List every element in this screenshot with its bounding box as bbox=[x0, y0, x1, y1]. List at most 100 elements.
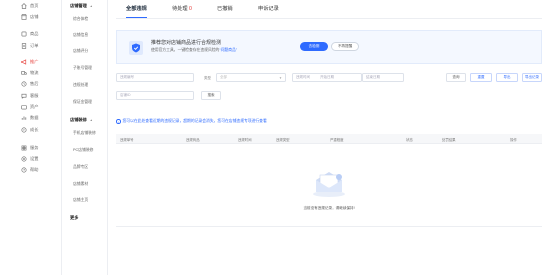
help-icon bbox=[21, 167, 27, 173]
submenu-item[interactable]: 手机店铺装修 bbox=[73, 131, 96, 136]
submenu-section-more[interactable]: 更多 bbox=[70, 215, 78, 221]
submenu-section-label: 店铺管理 bbox=[70, 3, 87, 8]
column-header: 违规类型 bbox=[276, 138, 290, 142]
goods-icon bbox=[21, 31, 27, 37]
dismiss-reminder-button[interactable]: 不再提醒 bbox=[331, 42, 359, 51]
end-date-input[interactable]: 结束日期 bbox=[362, 73, 404, 82]
rail-item-label: 成长 bbox=[30, 126, 39, 132]
empty-state-illustration bbox=[308, 168, 350, 198]
column-header: 操作 bbox=[510, 138, 517, 142]
rail-item-label: 商品 bbox=[30, 30, 39, 36]
rail-item-label: 推广 bbox=[30, 58, 39, 64]
violation-tabs: 全部违规 待处理 0 已撤销 申诉记录 bbox=[116, 5, 542, 19]
main-nav-rail: 首页 店铺 商品 订单 推广 物流 售后 客服 资产 数据 成长 服务 设置 帮… bbox=[0, 0, 62, 275]
rail-item-promote[interactable]: 推广 bbox=[0, 56, 62, 67]
rail-item-home[interactable]: 首页 bbox=[0, 0, 62, 11]
store-id-input[interactable]: 店铺ID bbox=[116, 91, 194, 100]
submenu-section-label: 更多 bbox=[70, 215, 79, 220]
submenu-section-decoration[interactable]: 店铺装修 ▲ bbox=[70, 117, 93, 123]
submenu-item[interactable]: PC店铺装修 bbox=[73, 148, 93, 153]
banner-subtitle-text: 使用官方工具，一键检查存在违规风险的 bbox=[151, 48, 220, 52]
rail-item-label: 帮助 bbox=[30, 166, 39, 172]
chevron-up-icon: ▲ bbox=[89, 4, 93, 8]
rail-item-label: 设置 bbox=[30, 155, 39, 161]
main-content: 全部违规 待处理 0 已撤销 申诉记录 推荐您对店铺商品进行合规检测 使用官方工… bbox=[108, 0, 550, 275]
violation-id-input[interactable]: 违规编号 bbox=[116, 73, 194, 82]
rail-item-label: 客服 bbox=[30, 92, 39, 98]
tab-all-violations[interactable]: 全部违规 bbox=[126, 5, 147, 18]
time-label: 违规时间 bbox=[296, 75, 310, 79]
wallet-icon bbox=[21, 104, 27, 110]
store-icon bbox=[21, 13, 27, 20]
submenu-item[interactable]: 店铺主页 bbox=[73, 198, 88, 203]
rail-item-growth[interactable]: 成长 bbox=[0, 124, 62, 135]
banner-subtitle-highlight: “问题商品” bbox=[219, 48, 238, 52]
chevron-up-icon: ▲ bbox=[89, 118, 93, 122]
rail-item-assets[interactable]: 资产 bbox=[0, 101, 62, 112]
rail-item-label: 店铺 bbox=[30, 13, 39, 19]
go-check-button[interactable]: 去检测 bbox=[300, 42, 328, 51]
rail-item-label: 物流 bbox=[30, 69, 39, 75]
grid-icon bbox=[21, 145, 27, 151]
tab-appeal-records[interactable]: 申诉记录 bbox=[258, 5, 279, 12]
search-button[interactable]: 搜索 bbox=[201, 91, 221, 100]
rail-item-label: 数据 bbox=[30, 114, 39, 120]
time-picker[interactable]: 违规时间 开始日期 bbox=[292, 73, 362, 82]
rail-item-label: 资产 bbox=[30, 103, 39, 109]
home-icon bbox=[21, 2, 27, 9]
submenu-item[interactable]: 违规处理 bbox=[73, 83, 88, 88]
query-button[interactable]: 查询 bbox=[446, 73, 466, 82]
column-header: 违规单号 bbox=[120, 138, 134, 142]
submenu-item[interactable]: 综合体检 bbox=[73, 17, 88, 22]
pending-count-badge: 0 bbox=[189, 6, 192, 12]
submenu-item[interactable]: 子账号管理 bbox=[73, 66, 92, 71]
violation-table-header: 违规单号 违规商品 违规时间 违规类型 严重程度 状态 处罚结果 操作 bbox=[116, 134, 542, 144]
reset-button[interactable]: 重置 bbox=[470, 73, 492, 82]
rail-item-label: 订单 bbox=[30, 42, 39, 48]
submenu-section-label: 店铺装修 bbox=[70, 117, 87, 122]
rail-item-data[interactable]: 数据 bbox=[0, 112, 62, 123]
chevron-down-icon: ▼ bbox=[279, 75, 282, 80]
empty-state-text: 当前没有违规记录，请继续保持! bbox=[303, 206, 355, 210]
rail-item-service[interactable]: 客服 bbox=[0, 90, 62, 101]
chart-icon bbox=[21, 115, 27, 121]
rail-item-label: 服务 bbox=[30, 144, 39, 150]
export-records-button[interactable]: 导出记录 bbox=[522, 73, 542, 82]
tab-revoked[interactable]: 已撤销 bbox=[217, 5, 233, 12]
rail-item-help[interactable]: 帮助 bbox=[0, 164, 62, 175]
growth-icon bbox=[21, 127, 27, 133]
type-select-value: 全部 bbox=[220, 75, 227, 79]
column-header: 违规商品 bbox=[186, 138, 200, 142]
aftersale-icon bbox=[21, 81, 27, 87]
banner-subtitle: 使用官方工具，一键检查存在违规风险的“问题商品” bbox=[151, 48, 237, 53]
start-date-placeholder: 开始日期 bbox=[320, 75, 334, 79]
shield-check-icon bbox=[129, 41, 143, 55]
type-select[interactable]: 全部 ▼ bbox=[216, 73, 286, 82]
submenu-section-store-management[interactable]: 店铺管理 ▲ bbox=[70, 3, 93, 9]
banner-title: 推荐您对店铺商品进行合规检测 bbox=[151, 40, 222, 46]
chat-icon bbox=[21, 93, 27, 99]
sub-nav-menu: 店铺管理 ▲ 综合体检 店铺信息 店铺评分 子账号管理 违规处理 保证金管理 店… bbox=[62, 0, 108, 275]
rail-item-label: 售后 bbox=[30, 80, 39, 86]
submenu-item[interactable]: 店铺素材 bbox=[73, 182, 88, 187]
rail-item-aftersale[interactable]: 售后 bbox=[0, 78, 62, 89]
order-icon bbox=[21, 42, 27, 49]
compliance-banner: 推荐您对店铺商品进行合规检测 使用官方工具，一键检查存在违规风险的“问题商品” … bbox=[116, 30, 542, 64]
gear-icon bbox=[21, 156, 27, 162]
column-header: 处罚结果 bbox=[442, 138, 456, 142]
column-header: 状态 bbox=[406, 138, 413, 142]
rail-item-orders[interactable]: 订单 bbox=[0, 40, 62, 51]
rail-item-logistics[interactable]: 物流 bbox=[0, 67, 62, 78]
tab-pending[interactable]: 待处理 0 bbox=[172, 5, 192, 12]
export-button[interactable]: 导出 bbox=[496, 73, 518, 82]
submenu-item[interactable]: 保证金管理 bbox=[73, 100, 92, 105]
submenu-item[interactable]: 品牌专区 bbox=[73, 165, 88, 170]
submenu-item[interactable]: 店铺信息 bbox=[73, 33, 88, 38]
info-icon: i bbox=[116, 119, 121, 124]
rail-item-services[interactable]: 服务 bbox=[0, 142, 62, 153]
rail-item-store[interactable]: 店铺 bbox=[0, 11, 62, 22]
submenu-item[interactable]: 店铺评分 bbox=[73, 49, 88, 54]
rail-item-goods[interactable]: 商品 bbox=[0, 28, 62, 39]
rail-item-label: 首页 bbox=[30, 2, 39, 8]
rail-item-settings[interactable]: 设置 bbox=[0, 153, 62, 164]
